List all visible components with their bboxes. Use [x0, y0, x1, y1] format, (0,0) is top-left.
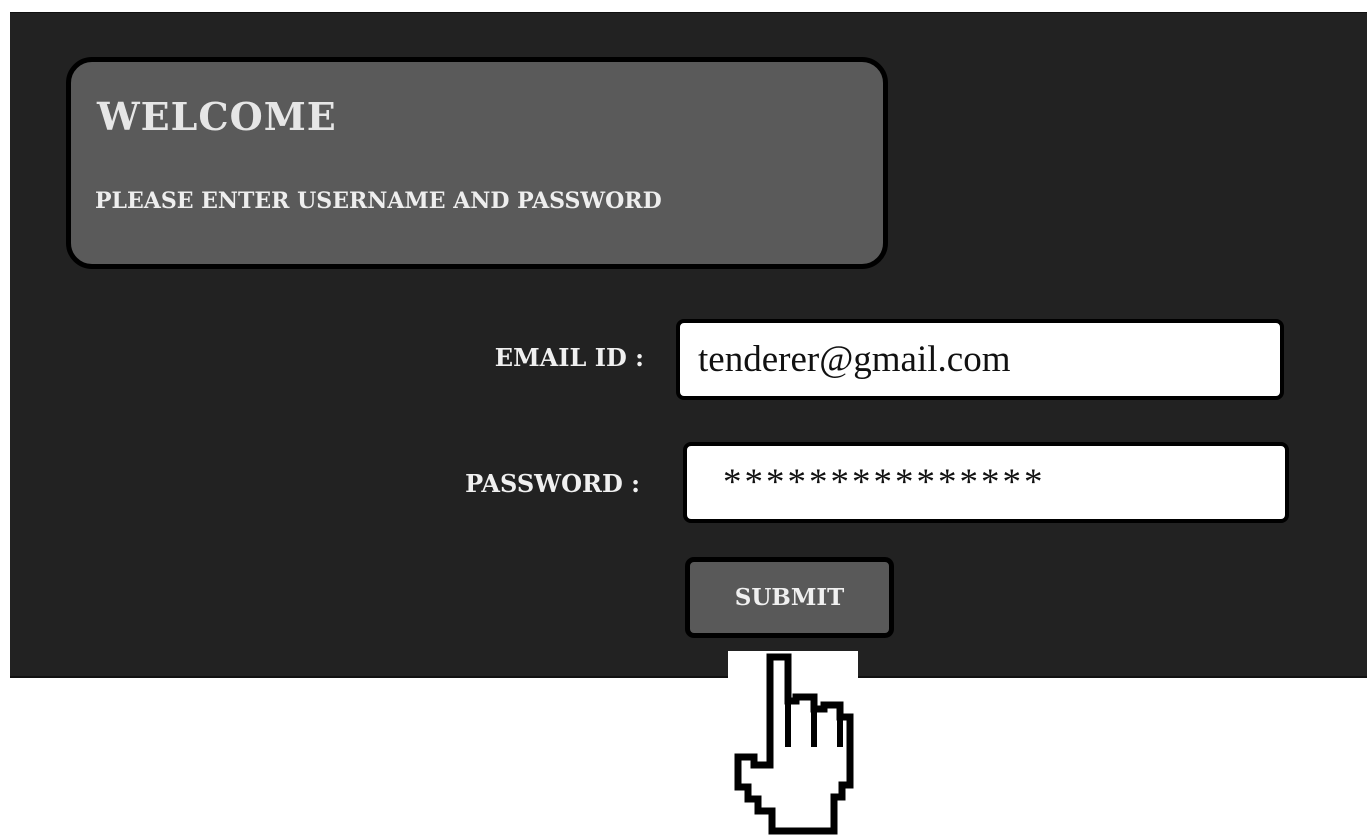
email-input[interactable]	[676, 319, 1284, 400]
email-label: EMAIL ID :	[494, 343, 644, 372]
login-panel: WELCOME PLEASE ENTER USERNAME AND PASSWO…	[10, 12, 1367, 678]
welcome-instructions: PLEASE ENTER USERNAME AND PASSWORD	[95, 188, 662, 214]
hand-pointer-icon	[734, 653, 854, 835]
password-input[interactable]	[683, 442, 1289, 523]
submit-button[interactable]: SUBMIT	[685, 557, 894, 638]
welcome-box: WELCOME PLEASE ENTER USERNAME AND PASSWO…	[66, 57, 888, 269]
password-label: PASSWORD :	[465, 469, 640, 498]
welcome-title: WELCOME	[97, 94, 337, 139]
